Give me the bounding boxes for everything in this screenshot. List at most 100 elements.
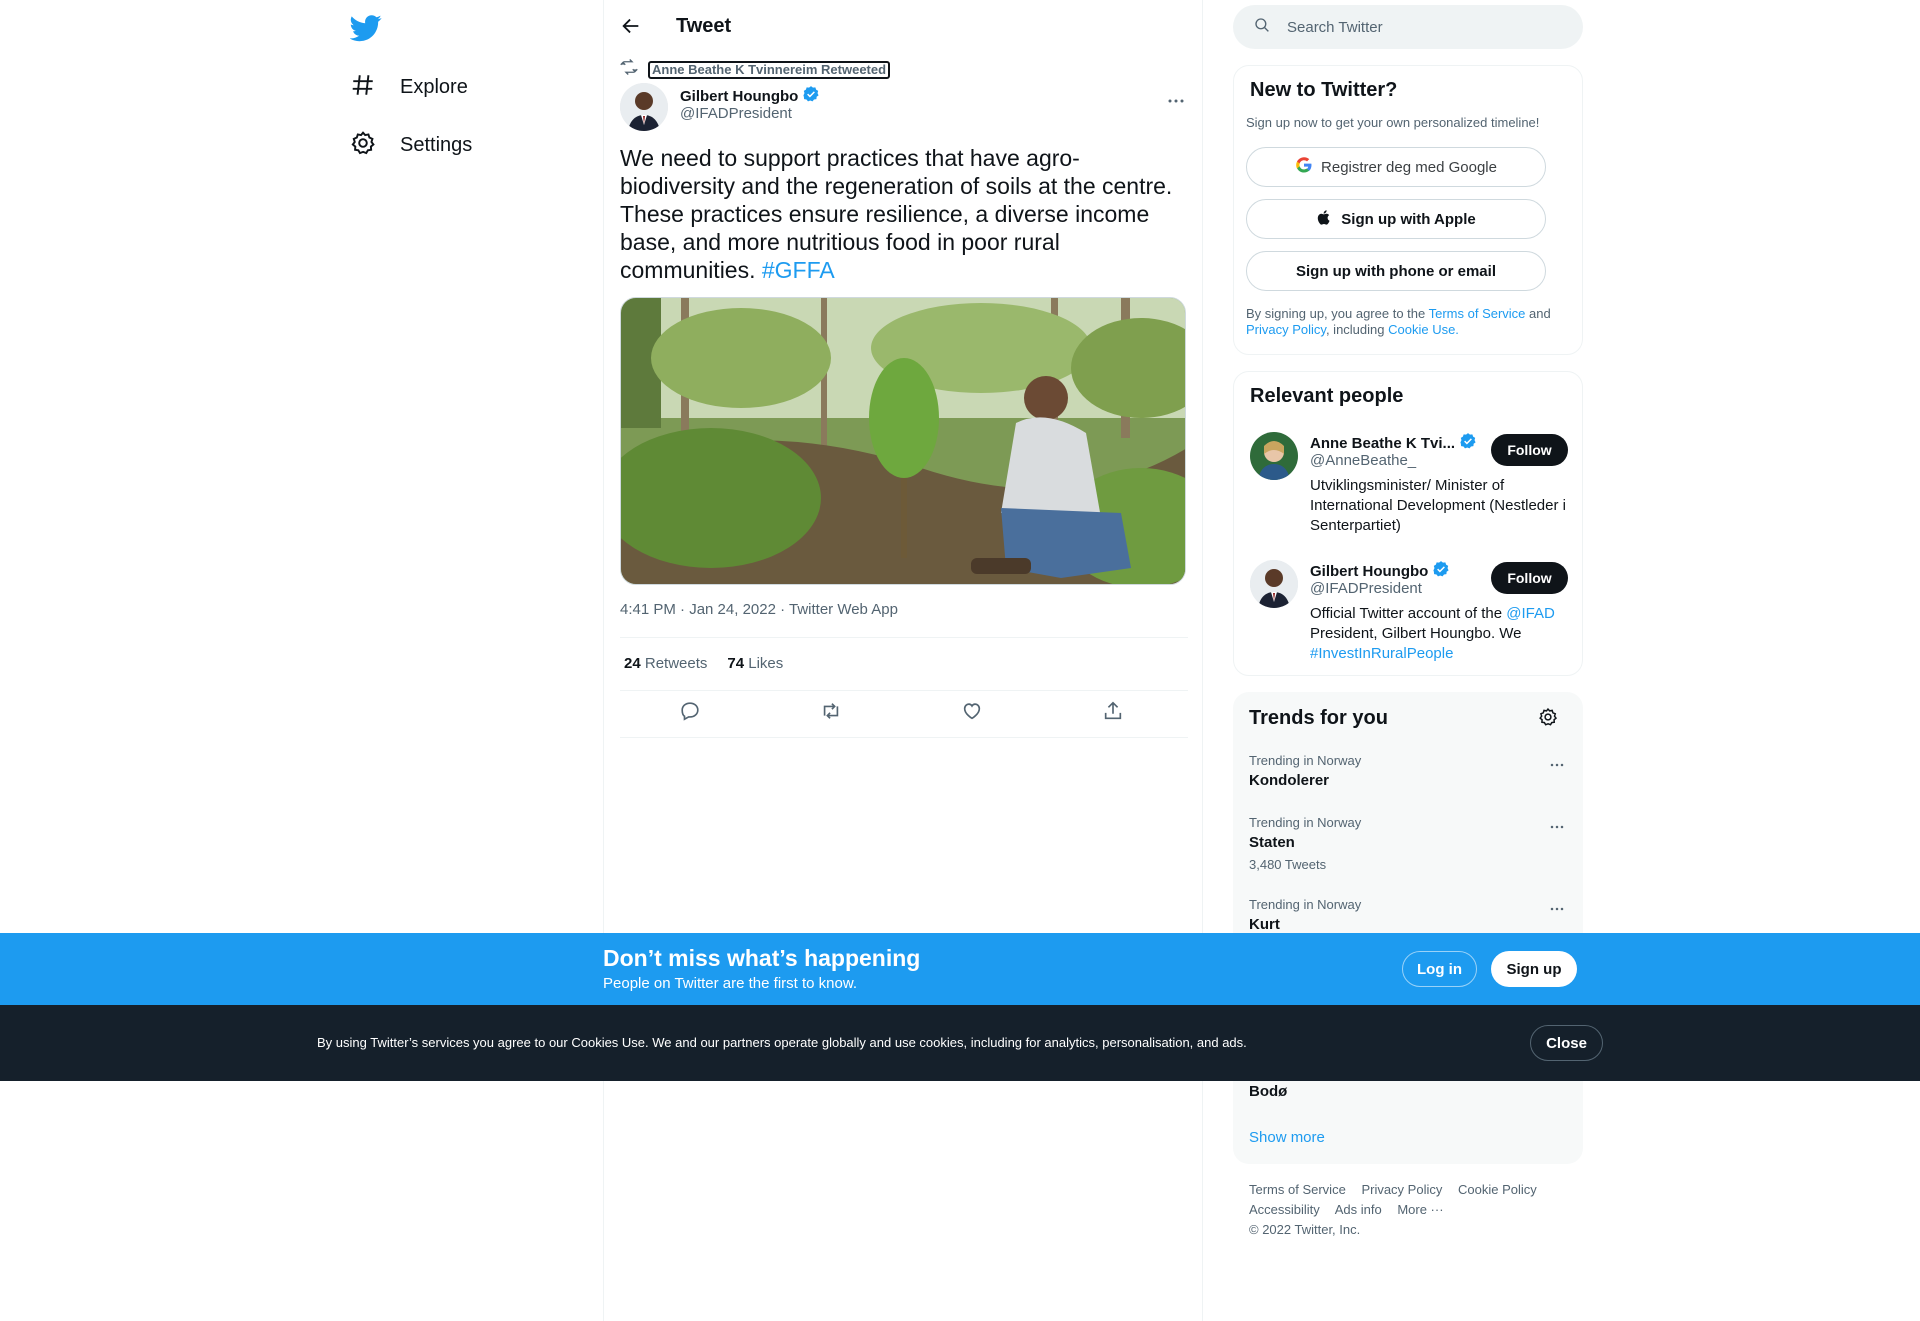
follow-button[interactable]: Follow [1491,434,1568,466]
new-to-twitter-subtitle: Sign up now to get your own personalized… [1246,115,1540,130]
signup-banner-title: Don’t miss what’s happening [603,945,921,971]
nav-item-explore[interactable]: Explore [350,67,468,107]
tweet-actions [620,700,1188,730]
footer-ads-info-link[interactable]: Ads info [1335,1202,1382,1217]
show-more-link[interactable]: Show more [1249,1129,1325,1146]
author-name[interactable]: Gilbert Houngbo [680,85,820,107]
search-input[interactable] [1287,18,1547,36]
verified-badge-icon [802,85,820,107]
cookie-banner-text: By using Twitter’s services you agree to… [317,1035,1247,1050]
person-bio: Utviklingsminister/ Minister of Internat… [1310,477,1566,534]
footer-accessibility-link[interactable]: Accessibility [1249,1202,1320,1217]
trend-name: Kurt [1249,916,1280,933]
author-name-text[interactable]: Gilbert Houngbo [680,88,798,105]
avatar[interactable] [1250,560,1298,608]
apple-signup-button[interactable]: Sign up with Apple [1246,199,1546,239]
signup-button[interactable]: Sign up [1491,951,1577,987]
author-handle[interactable]: @IFADPresident [680,105,792,122]
cookie-use-link[interactable]: Cookie Use. [1388,322,1459,337]
search-bar[interactable] [1233,5,1583,49]
twitter-logo-icon[interactable] [349,12,382,44]
retweets-stat[interactable]: 24 Retweets [624,655,707,672]
login-button[interactable]: Log in [1402,951,1477,987]
copyright: © 2022 Twitter, Inc. [1249,1222,1361,1237]
terms-link[interactable]: Terms of Service [1429,306,1526,321]
tweet-column: Tweet Anne Beathe K Tvinnereim Retweeted… [603,0,1203,1321]
more-options-icon[interactable] [1547,817,1567,837]
phone-email-signup-button[interactable]: Sign up with phone or email [1246,251,1546,291]
nav-item-settings[interactable]: Settings [350,125,472,165]
verified-badge-icon [1459,432,1477,454]
hashtag-link[interactable]: #InvestInRuralPeople [1310,645,1453,662]
trend-item[interactable]: Trending in Norway Kurt [1249,897,1567,933]
trend-item[interactable]: Trending in Norway Staten 3,480 Tweets [1249,815,1567,872]
person-name[interactable]: Gilbert Houngbo [1310,560,1450,582]
tweet-photo[interactable] [620,297,1186,585]
tweet-header: Tweet [604,0,1202,53]
person-name[interactable]: Anne Beathe K Tvi... [1310,432,1477,454]
person-name-text[interactable]: Anne Beathe K Tvi... [1310,435,1455,452]
person-name-text[interactable]: Gilbert Houngbo [1310,563,1428,580]
retweet-context-label[interactable]: Anne Beathe K Tvinnereim Retweeted [648,60,891,79]
footer-cookie-link[interactable]: Cookie Policy [1458,1182,1537,1197]
tweet-timestamp[interactable]: 4:41 PM · Jan 24, 2022 · Twitter Web App [620,601,898,618]
trend-category: Trending in Norway [1249,897,1362,912]
person-gilbert-houngbo[interactable]: Gilbert Houngbo @IFADPresident Follow Of… [1250,560,1568,670]
divider [620,637,1188,638]
more-options-icon[interactable] [1547,899,1567,919]
phone-email-signup-label: Sign up with phone or email [1295,262,1496,280]
footer-more-link[interactable]: More ··· [1397,1202,1443,1217]
likes-stat[interactable]: 74 Likes [727,655,783,672]
avatar[interactable] [620,83,668,131]
more-options-icon[interactable] [1547,755,1567,775]
apple-logo-icon [1316,209,1333,230]
google-signup-button[interactable]: Registrer deg med Google [1246,147,1546,187]
trend-item[interactable]: Trending in Norway Kondolerer [1249,753,1567,789]
likes-count: 74 [727,655,745,672]
footer-privacy-link[interactable]: Privacy Policy [1361,1182,1442,1197]
retweets-label: Retweets [644,655,708,672]
reply-icon[interactable] [679,700,703,724]
cookie-banner: By using Twitter’s services you agree to… [0,1005,1920,1081]
avatar[interactable] [1250,432,1298,480]
trend-category: Trending in Norway [1249,753,1362,768]
cookie-close-button[interactable]: Close [1530,1025,1603,1061]
trend-item[interactable]: Bodø [1249,1079,1567,1100]
signup-banner: Don’t miss what’s happening People on Tw… [0,933,1920,1005]
signup-legal-text: By signing up, you agree to the Terms of… [1246,306,1556,338]
like-icon[interactable] [961,700,985,724]
nav-label-settings: Settings [400,133,473,156]
search-icon [1233,16,1271,39]
retweet-context[interactable]: Anne Beathe K Tvinnereim Retweeted [620,58,891,81]
nav-label-explore: Explore [400,75,468,98]
trends-settings-gear-icon[interactable] [1538,707,1560,729]
apple-signup-label: Sign up with Apple [1341,210,1476,228]
person-handle[interactable]: @IFADPresident [1310,580,1422,597]
privacy-link[interactable]: Privacy Policy [1246,322,1326,337]
person-anne-beathe[interactable]: Anne Beathe K Tvi... @AnneBeathe_ Follow… [1250,432,1568,542]
divider [620,690,1188,691]
footer-terms-link[interactable]: Terms of Service [1249,1182,1346,1197]
bio-text: Official Twitter account of the [1310,605,1507,622]
follow-button[interactable]: Follow [1491,562,1568,594]
mention-link[interactable]: @IFAD [1506,605,1555,622]
likes-label: Likes [748,655,784,672]
google-logo-icon [1295,156,1313,178]
footer-links: Terms of Service Privacy Policy Cookie P… [1249,1180,1549,1240]
verified-badge-icon [1432,560,1450,582]
share-icon[interactable] [1102,700,1126,724]
trend-category: Trending in Norway [1249,815,1362,830]
trends-card: Trends for you Trending in Norway Kondol… [1233,692,1583,1164]
new-to-twitter-card: New to Twitter? Sign up now to get your … [1233,65,1583,355]
gear-icon [350,130,376,161]
retweet-icon [620,58,638,81]
retweet-icon[interactable] [820,700,844,724]
back-arrow-icon[interactable] [620,15,642,37]
more-options-icon[interactable] [1164,89,1188,113]
relevant-people-title: Relevant people [1250,385,1404,407]
tweet-text: We need to support practices that have a… [620,144,1188,284]
divider [620,737,1188,738]
hashtag-link[interactable]: #GFFA [762,257,835,283]
legal-prefix: By signing up, you agree to the [1246,306,1429,321]
person-handle[interactable]: @AnneBeathe_ [1310,452,1416,469]
